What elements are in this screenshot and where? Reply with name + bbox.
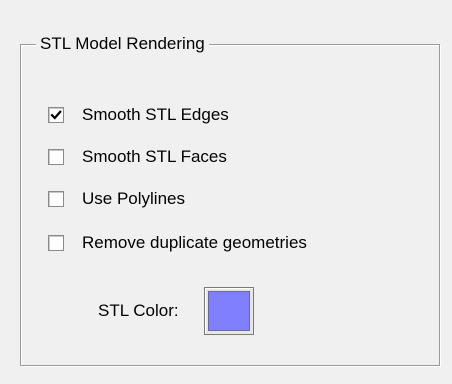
smooth-stl-edges-option[interactable]: Smooth STL Edges [48, 103, 229, 127]
smooth-stl-faces-checkbox[interactable] [48, 149, 64, 165]
remove-duplicate-geometries-checkbox[interactable] [48, 235, 64, 251]
smooth-stl-edges-checkbox[interactable] [48, 107, 64, 123]
use-polylines-option[interactable]: Use Polylines [48, 187, 185, 211]
use-polylines-label: Use Polylines [82, 189, 185, 208]
smooth-stl-faces-option[interactable]: Smooth STL Faces [48, 145, 227, 169]
smooth-stl-faces-label: Smooth STL Faces [82, 147, 227, 166]
stl-color-button[interactable] [203, 287, 254, 335]
remove-duplicate-geometries-option[interactable]: Remove duplicate geometries [48, 231, 307, 255]
checkmark-icon [50, 110, 62, 120]
stl-color-row: STL Color: [98, 287, 254, 335]
group-title: STL Model Rendering [36, 32, 209, 56]
use-polylines-checkbox[interactable] [48, 191, 64, 207]
stl-color-swatch [207, 291, 250, 331]
remove-duplicate-geometries-label: Remove duplicate geometries [82, 233, 307, 252]
smooth-stl-edges-label: Smooth STL Edges [82, 105, 229, 124]
stl-color-label: STL Color: [98, 301, 179, 320]
